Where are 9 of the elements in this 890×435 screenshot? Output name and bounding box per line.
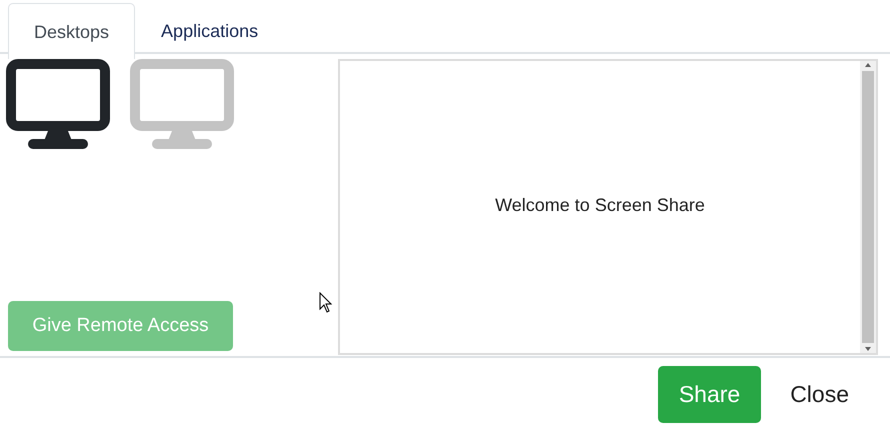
scroll-down-icon[interactable] (864, 345, 872, 353)
welcome-message: Welcome to Screen Share (495, 194, 705, 216)
mouse-cursor-icon (319, 292, 333, 314)
close-button[interactable]: Close (769, 366, 870, 423)
scroll-up-icon[interactable] (864, 61, 872, 69)
tab[interactable]: Applications (135, 3, 284, 57)
scrollbar[interactable] (860, 61, 876, 353)
tab[interactable]: Desktops (8, 3, 136, 59)
monitor-icon[interactable] (6, 59, 110, 150)
